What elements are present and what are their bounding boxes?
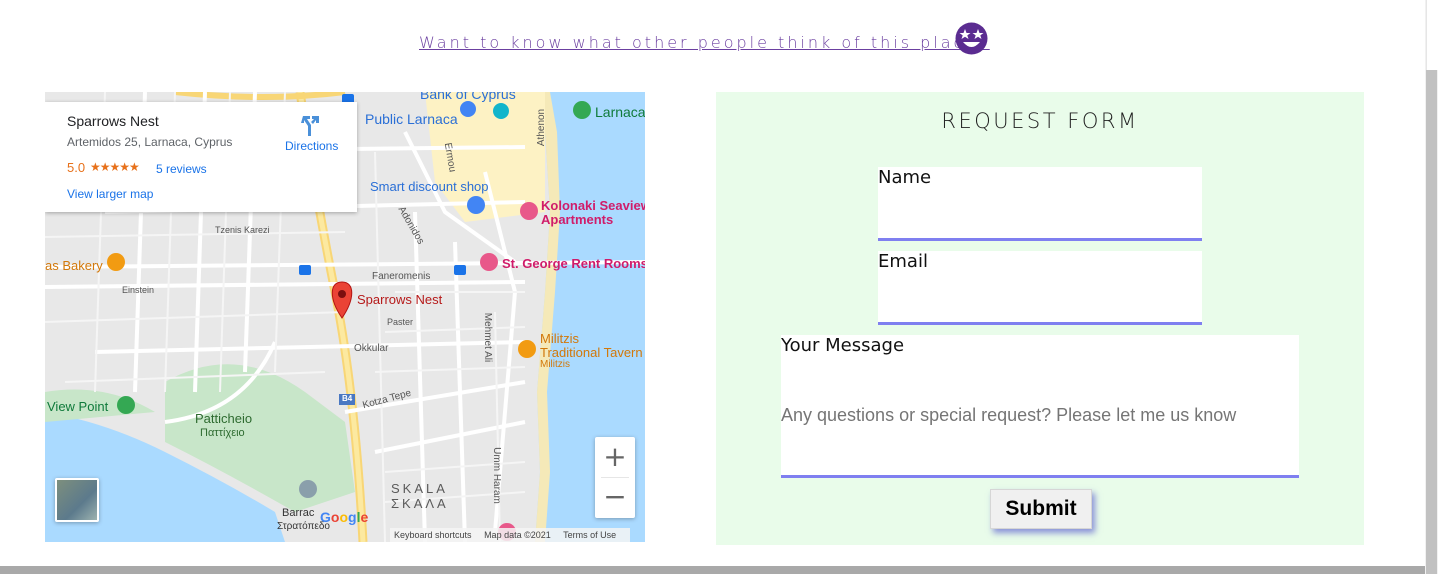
view-larger-map-link[interactable]: View larger map [67,187,153,201]
poi-label: Bank of Cyprus [420,92,516,102]
poi-label: Larnaca [595,104,645,120]
street-label: Okkular [354,343,389,354]
poi-label: Militzis [540,331,579,346]
embedded-map[interactable]: Bank of Cyprus Public Larnaca Larnaca Sm… [45,92,645,542]
directions-icon[interactable] [299,114,323,138]
poi-label: Public Larnaca [365,111,458,127]
scrollbar-track[interactable] [1426,70,1437,574]
satellite-layer-toggle[interactable] [55,478,99,522]
area-label: SKALA [391,481,448,496]
message-field[interactable]: Your Message Any questions or special re… [781,335,1299,478]
road-shield: B4 [342,394,353,403]
request-form: REQUEST FORM Name Email Your Message Any… [716,92,1364,545]
rating-value: 5.0 [67,160,86,175]
poi-label: Traditional Tavern [540,345,643,360]
place-name: Sparrows Nest [67,113,159,129]
message-label: Your Message [781,335,905,356]
marker-label: Sparrows Nest [357,292,443,307]
name-field[interactable]: Name [878,167,1202,241]
area-label: Patticheio [195,411,253,426]
email-label: Email [878,251,928,272]
place-info-card: Sparrows Nest Artemidos 25, Larnaca, Cyp… [45,102,357,212]
name-label: Name [878,167,932,188]
street-label: Umm Haram [490,447,502,504]
keyboard-shortcuts-link[interactable]: Keyboard shortcuts [394,530,472,540]
map-footer: Keyboard shortcuts Map data ©2021 Terms … [390,528,631,542]
poi-label: Kolonaki Seaview [541,198,645,213]
poi-label: as Bakery [45,258,103,273]
street-label: Faneromenis [372,271,431,282]
street-label: Einstein [122,285,155,295]
rating-stars: ★★★★★ [90,160,140,174]
poi-label: Smart discount shop [370,179,489,194]
terms-of-use-link[interactable]: Terms of Use [563,530,616,540]
map-data-text: Map data ©2021 [484,530,551,540]
poi-label: Militzis [540,359,570,370]
street-label: Paster [387,317,414,327]
horizontal-scrollbar[interactable] [0,566,1425,574]
zoom-out-button[interactable]: − [595,478,635,518]
street-label: Athenon [536,108,548,147]
google-logo: Google [320,509,369,525]
street-label: Mehmet Ali [482,312,494,363]
place-address: Artemidos 25, Larnaca, Cyprus [67,135,233,149]
poi-label: Apartments [541,212,614,227]
area-label: Παττίχειο [200,427,245,439]
area-label: ΣΚΑΛΑ [391,496,449,511]
zoom-control: + − [595,437,635,518]
form-title: REQUEST FORM [941,109,1139,133]
reviews-link[interactable]: Want to know what other people think of … [419,33,990,52]
star-struck-emoji-icon [955,22,988,55]
street-label: Tzenis Karezi [215,225,270,235]
scrollbar-thumb[interactable] [1426,0,1438,70]
submit-button[interactable]: Submit [990,489,1092,529]
directions-link[interactable]: Directions [285,139,338,153]
poi-label: Barrac [282,507,315,519]
zoom-in-button[interactable]: + [595,437,635,477]
message-placeholder: Any questions or special request? Please… [781,405,1237,425]
poi-label: View Point [47,399,109,414]
reviews-count-link[interactable]: 5 reviews [156,162,207,176]
email-field[interactable]: Email [878,251,1202,325]
poi-label: St. George Rent Rooms [502,256,645,271]
